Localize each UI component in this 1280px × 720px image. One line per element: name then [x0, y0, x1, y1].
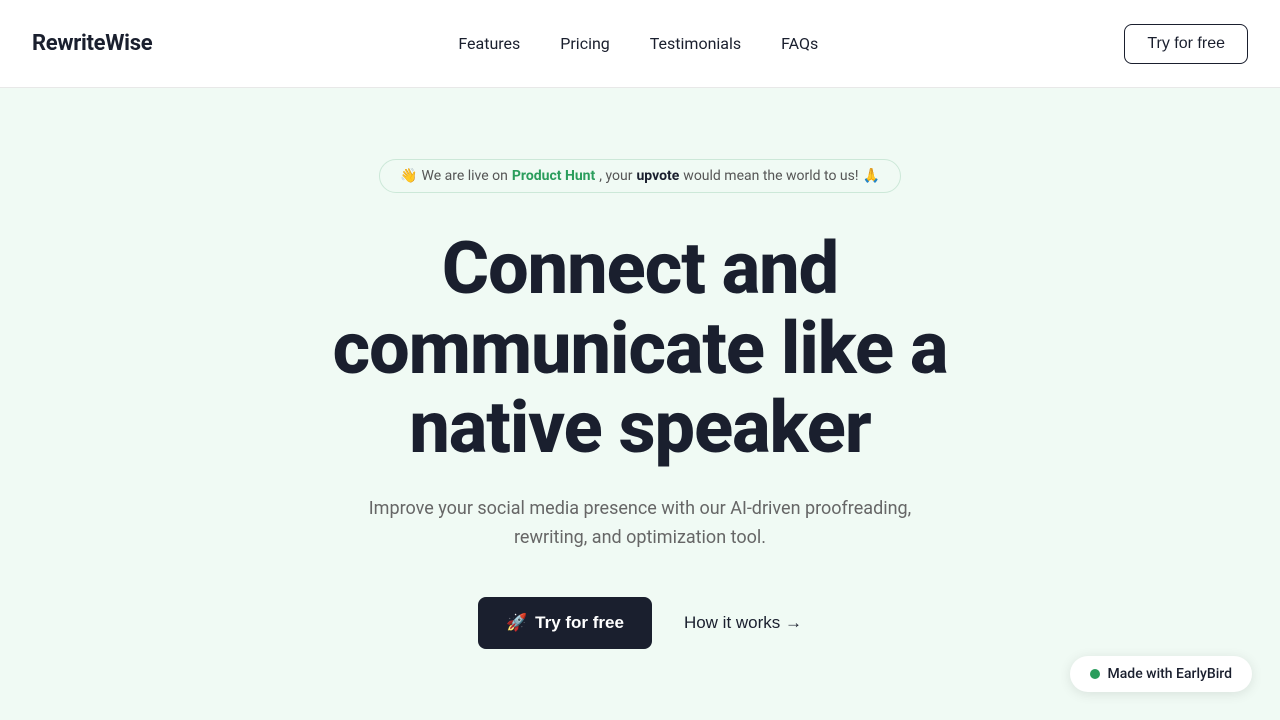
- earlybird-dot-icon: [1090, 669, 1100, 679]
- banner-suffix: would mean the world to us!: [683, 168, 858, 184]
- hero-title: Connect and communicate like a native sp…: [250, 229, 1030, 467]
- site-logo: RewriteWise: [32, 31, 152, 56]
- pray-emoji: 🙏: [862, 168, 879, 184]
- product-hunt-link[interactable]: Product Hunt: [512, 168, 595, 184]
- banner-mid: , your: [599, 168, 632, 184]
- nav-link-features[interactable]: Features: [458, 34, 520, 53]
- product-hunt-banner[interactable]: 👋 We are live on Product Hunt , your upv…: [379, 159, 901, 193]
- how-it-works-button[interactable]: How it works →: [684, 613, 802, 633]
- nav-item-faqs[interactable]: FAQs: [781, 34, 818, 53]
- nav-link-testimonials[interactable]: Testimonials: [650, 34, 741, 53]
- nav-item-pricing[interactable]: Pricing: [560, 34, 610, 53]
- wave-emoji: 👋: [400, 168, 417, 184]
- nav-item-features[interactable]: Features: [458, 34, 520, 53]
- nav-try-for-free-button[interactable]: Try for free: [1124, 24, 1248, 64]
- nav-link-pricing[interactable]: Pricing: [560, 34, 610, 53]
- navbar: RewriteWise Features Pricing Testimonial…: [0, 0, 1280, 88]
- hero-cta-group: 🚀 Try for free How it works →: [478, 597, 802, 649]
- earlybird-label: Made with EarlyBird: [1108, 666, 1232, 682]
- earlybird-badge[interactable]: Made with EarlyBird: [1070, 656, 1252, 692]
- banner-prefix: We are live on: [422, 168, 508, 184]
- hero-try-for-free-button[interactable]: 🚀 Try for free: [478, 597, 652, 649]
- nav-link-faqs[interactable]: FAQs: [781, 34, 818, 53]
- upvote-label: upvote: [636, 168, 679, 184]
- nav-item-testimonials[interactable]: Testimonials: [650, 34, 741, 53]
- rocket-emoji: 🚀: [506, 613, 527, 633]
- hero-section: 👋 We are live on Product Hunt , your upv…: [0, 88, 1280, 720]
- cta-primary-label: Try for free: [535, 613, 624, 633]
- hero-subtitle: Improve your social media presence with …: [340, 495, 940, 553]
- nav-links: Features Pricing Testimonials FAQs: [458, 34, 818, 53]
